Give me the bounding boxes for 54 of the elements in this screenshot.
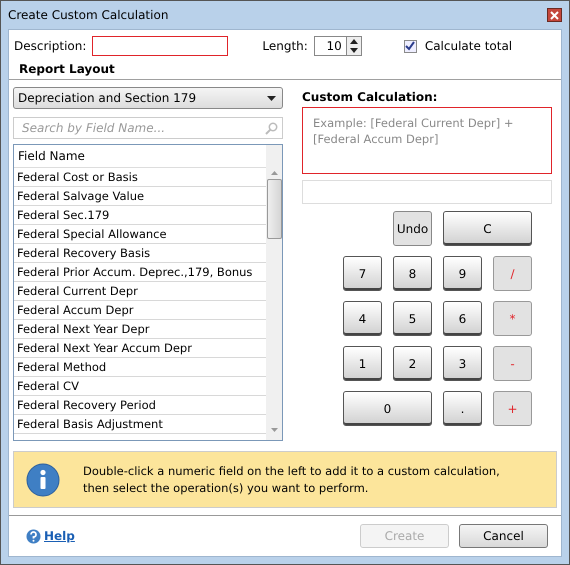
- keypad-button[interactable]: 0: [343, 391, 432, 426]
- description-label: Description:: [14, 39, 86, 53]
- field-row[interactable]: Federal Sec.179: [14, 206, 266, 225]
- keypad-button[interactable]: C: [443, 211, 532, 246]
- length-label: Length:: [262, 39, 308, 53]
- dialog-button[interactable]: Cancel: [459, 524, 548, 548]
- calculate-total-checkbox[interactable]: Calculate total: [404, 39, 512, 53]
- keypad-button[interactable]: /: [493, 256, 532, 291]
- field-row[interactable]: Federal Recovery Basis: [14, 244, 266, 263]
- keypad-button[interactable]: 9: [443, 256, 482, 291]
- keypad-button[interactable]: 5: [393, 301, 432, 336]
- custom-calculation-label: Custom Calculation:: [302, 90, 438, 104]
- info-icon: [26, 462, 60, 496]
- help-link[interactable]: Help: [44, 529, 75, 543]
- checkmark-icon: [405, 41, 416, 51]
- window-title: Create Custom Calculation: [8, 8, 168, 22]
- field-row[interactable]: Federal Prior Accum. Deprec.,179, Bonus: [14, 263, 266, 282]
- keypad-button[interactable]: +: [493, 391, 532, 426]
- field-row[interactable]: Federal Current Depr: [14, 282, 266, 301]
- scroll-down-icon[interactable]: [270, 428, 278, 432]
- field-row[interactable]: Federal Basis Adjustment: [14, 415, 266, 434]
- search-icon: [265, 122, 278, 134]
- field-row[interactable]: Federal CV: [14, 377, 266, 396]
- keypad-button[interactable]: 1: [343, 346, 382, 381]
- keypad-button[interactable]: 4: [343, 301, 382, 336]
- keypad-button[interactable]: 8: [393, 256, 432, 291]
- scroll-up-icon[interactable]: [270, 171, 278, 175]
- field-row[interactable]: Federal Accum Depr: [14, 301, 266, 320]
- keypad-button[interactable]: 7: [343, 256, 382, 291]
- keypad-button[interactable]: 6: [443, 301, 482, 336]
- field-row[interactable]: Federal Method: [14, 358, 266, 377]
- keypad-button[interactable]: 3: [443, 346, 482, 381]
- field-row[interactable]: Federal Recovery Period: [14, 396, 266, 415]
- field-row[interactable]: Federal Special Allowance: [14, 225, 266, 244]
- length-spinner[interactable]: 10: [314, 36, 362, 56]
- scroll-thumb[interactable]: [266, 179, 282, 239]
- keypad-button[interactable]: 2: [393, 346, 432, 381]
- field-row[interactable]: Federal Next Year Accum Depr: [14, 339, 266, 358]
- keypad-button[interactable]: Undo: [393, 211, 432, 246]
- keypad-button[interactable]: -: [493, 346, 532, 381]
- field-row[interactable]: Federal Cost or Basis: [14, 168, 266, 187]
- layout-dropdown[interactable]: Depreciation and Section 179: [13, 87, 283, 109]
- keypad-button[interactable]: .: [443, 391, 482, 426]
- caret-icon: [267, 96, 276, 100]
- field-row[interactable]: Federal Salvage Value: [14, 187, 266, 206]
- scrollbar[interactable]: [266, 145, 282, 440]
- close-icon[interactable]: [547, 8, 562, 22]
- report-layout-heading: Report Layout: [9, 59, 561, 80]
- keypad-button[interactable]: *: [493, 301, 532, 336]
- description-field[interactable]: [92, 36, 228, 56]
- field-row[interactable]: Federal Next Year Depr: [14, 320, 266, 339]
- help-icon: [26, 528, 41, 544]
- info-message: Double-click a numeric field on the left to add it to a custom calculation, then select the operation(s) you want to perform.: [83, 462, 501, 496]
- calculation-field[interactable]: Example: [Federal Current Depr] + [Federal Accum Depr]: [302, 107, 552, 174]
